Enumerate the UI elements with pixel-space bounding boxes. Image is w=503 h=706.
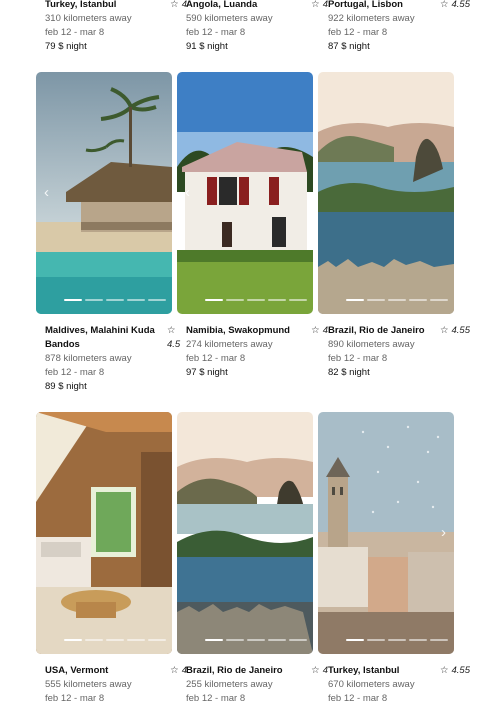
listing-price: 91 $ night (186, 41, 228, 52)
listing-photo-rio[interactable] (318, 72, 454, 314)
listing-price: 97 $ night (186, 367, 228, 378)
listing-location[interactable]: Namibia, Swakopmund (186, 324, 298, 338)
listing-rating: ☆ 4 (170, 0, 187, 10)
villa-image (177, 72, 313, 314)
star-outline-icon: ☆ (311, 325, 320, 336)
listing-info[interactable]: Brazil, Rio de Janeiro ☆ 4.55 890 kilomet… (328, 324, 470, 380)
star-outline-icon: ☆ (167, 325, 176, 336)
listing-distance: 878 kilometers away (45, 353, 132, 364)
cabin-interior-image (36, 412, 172, 654)
listing-rating: ☆ 4.55 (439, 325, 470, 336)
listing-rating: ☆ 4.5 (167, 325, 181, 350)
listing-rating: ☆ 4 (170, 665, 187, 676)
listing-location[interactable]: Maldives, Malahini Kuda Bandos (45, 324, 157, 352)
listing-info[interactable]: Namibia, Swakopmund ☆ 4 274 kilometers aw… (186, 324, 328, 380)
listing-info[interactable]: Brazil, Rio de Janeiro ☆ 4 255 kilometers… (186, 664, 328, 706)
listing-distance: 555 kilometers away (45, 679, 132, 690)
carousel-dots (346, 639, 448, 641)
listing-rating: ☆ 4 (311, 0, 328, 10)
star-outline-icon: ☆ (311, 665, 320, 676)
star-outline-icon: ☆ (439, 665, 449, 676)
listing-distance: 670 kilometers away (328, 679, 415, 690)
listing-photo-maldives[interactable]: ‹ (36, 72, 172, 314)
beach-bungalow-image (36, 72, 172, 314)
galata-tower-image (318, 412, 454, 654)
listing-photo-namibia[interactable]: ‹ (177, 72, 313, 314)
listing-info[interactable]: Turkey, Istanbul ☆ 4 310 kilometers away … (45, 0, 187, 54)
listing-info[interactable]: Portugal, Lisbon ☆ 4.55 922 kilometers aw… (328, 0, 470, 54)
listing-rating: ☆ 4.55 (439, 665, 470, 676)
listing-photo-istanbul[interactable]: › (318, 412, 454, 654)
carousel-dots (64, 639, 166, 641)
listing-price: 87 $ night (328, 41, 370, 52)
listing-info[interactable]: Angola, Luanda ☆ 4 590 kilometers away fe… (186, 0, 328, 54)
listing-info[interactable]: Turkey, Istanbul ☆ 4.55 670 kilometers aw… (328, 664, 470, 706)
listing-distance: 922 kilometers away (328, 13, 415, 24)
listing-location[interactable]: Angola, Luanda (186, 0, 298, 12)
listing-distance: 255 kilometers away (186, 679, 273, 690)
listing-info[interactable]: Maldives, Malahini Kuda Bandos ☆ 4.5 878 … (45, 324, 181, 394)
listing-dates: feb 12 - mar 8 (45, 27, 105, 38)
listing-price: 89 $ night (45, 381, 87, 392)
listing-location[interactable]: Brazil, Rio de Janeiro (186, 664, 298, 678)
listing-info[interactable]: USA, Vermont ☆ 4 555 kilometers away feb … (45, 664, 187, 706)
listing-location[interactable]: Turkey, Istanbul (328, 664, 440, 678)
carousel-dots (205, 639, 307, 641)
listing-dates: feb 12 - mar 8 (45, 367, 105, 378)
listing-dates: feb 12 - mar 8 (328, 27, 388, 38)
chevron-left-icon[interactable]: ‹ (185, 184, 190, 201)
listing-distance: 890 kilometers away (328, 339, 415, 350)
star-outline-icon: ☆ (170, 665, 179, 676)
chevron-right-icon[interactable]: › (441, 524, 446, 541)
listing-dates: feb 12 - mar 8 (186, 353, 246, 364)
listing-location[interactable]: Brazil, Rio de Janeiro (328, 324, 440, 338)
listing-rating: ☆ 4 (311, 325, 328, 336)
listing-location[interactable]: Turkey, Istanbul (45, 0, 157, 12)
listing-photo-rio[interactable] (177, 412, 313, 654)
listing-rating: ☆ 4 (311, 665, 328, 676)
listing-dates: feb 12 - mar 8 (328, 353, 388, 364)
bay-mountain-image (318, 72, 454, 314)
star-outline-icon: ☆ (439, 325, 449, 336)
listing-price: 82 $ night (328, 367, 370, 378)
listing-distance: 274 kilometers away (186, 339, 273, 350)
listing-rating: ☆ 4.55 (439, 0, 470, 10)
chevron-left-icon[interactable]: ‹ (44, 184, 49, 201)
star-outline-icon: ☆ (311, 0, 320, 10)
listing-dates: feb 12 - mar 8 (186, 27, 246, 38)
listing-distance: 310 kilometers away (45, 13, 132, 24)
carousel-dots (346, 299, 448, 301)
bay-mountain-image (177, 412, 313, 654)
listing-photo-vermont[interactable] (36, 412, 172, 654)
star-outline-icon: ☆ (439, 0, 449, 10)
carousel-dots (205, 299, 307, 301)
listing-location[interactable]: Portugal, Lisbon (328, 0, 440, 12)
star-outline-icon: ☆ (170, 0, 179, 10)
listing-location[interactable]: USA, Vermont (45, 664, 157, 678)
listing-distance: 590 kilometers away (186, 13, 273, 24)
listing-price: 79 $ night (45, 41, 87, 52)
carousel-dots (64, 299, 166, 301)
